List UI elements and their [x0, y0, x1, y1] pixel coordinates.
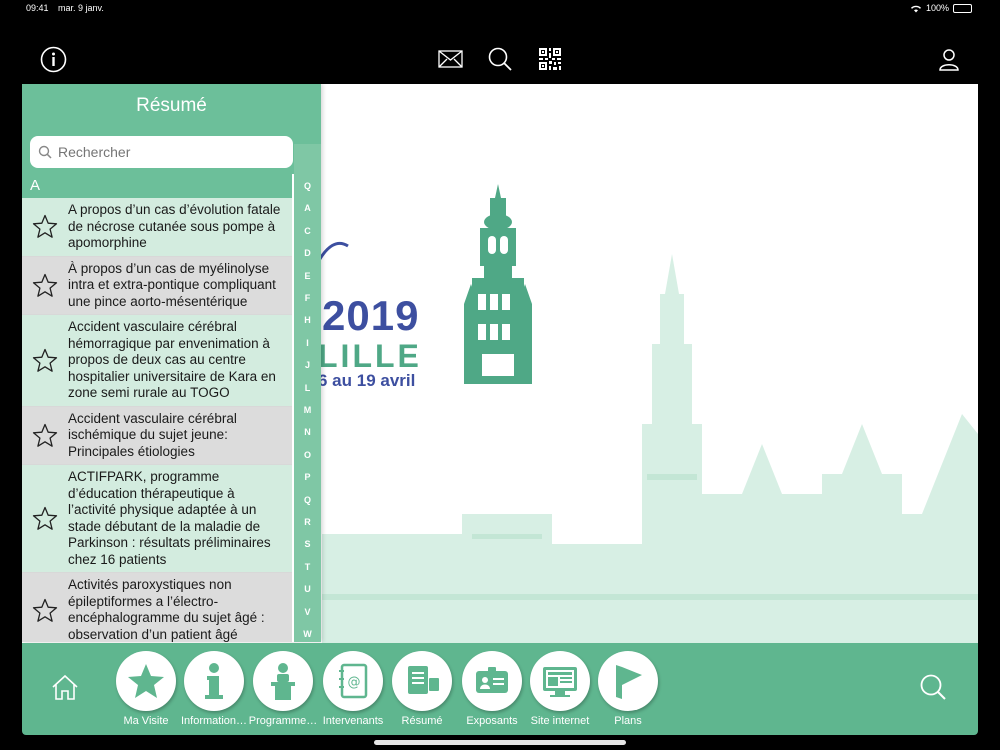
home-button[interactable]: [50, 673, 80, 706]
search-bar: [22, 130, 321, 174]
tab-programme[interactable]: Programme…: [248, 651, 318, 727]
city-skyline-illustration: [322, 254, 978, 644]
abstract-row[interactable]: A propos d’un cas d’évolution fatale de …: [22, 198, 292, 257]
tab-label: Exposants: [466, 715, 518, 727]
tab-label: Programme…: [248, 715, 318, 727]
mail-icon[interactable]: [438, 48, 463, 70]
abstract-title: Accident vasculaire cérébral hémorragiqu…: [68, 319, 276, 400]
search-input[interactable]: [58, 144, 278, 160]
index-letter[interactable]: W: [294, 629, 321, 639]
index-letter[interactable]: Q: [294, 181, 321, 191]
abstract-row[interactable]: Accident vasculaire cérébral ischémique …: [22, 406, 292, 465]
abstract-title: A propos d’un cas d’évolution fatale de …: [68, 202, 281, 250]
search-button[interactable]: [919, 673, 947, 706]
status-time: 09:41: [26, 3, 49, 13]
battery-percent: 100%: [925, 3, 949, 13]
tab-label: Ma Visite: [123, 715, 169, 727]
abstract-row[interactable]: Activités paroxystiques non épileptiform…: [22, 573, 292, 642]
info-icon[interactable]: [40, 46, 67, 73]
favorite-star-icon[interactable]: [22, 598, 68, 623]
abstract-title: Accident vasculaire cérébral ischémique …: [68, 410, 237, 459]
tab-plans[interactable]: Plans: [593, 651, 663, 727]
status-right: 100%: [910, 3, 972, 13]
index-letter[interactable]: F: [294, 293, 321, 303]
wifi-icon: [910, 5, 921, 12]
index-letter[interactable]: Q: [294, 495, 321, 505]
banner-year: 2019: [322, 292, 420, 339]
search-icon: [920, 674, 946, 700]
logo-swoosh: [315, 241, 349, 265]
index-letter[interactable]: A: [294, 203, 321, 213]
tab-label: Information…: [180, 715, 248, 727]
bottom-tab-bar: Ma Visite Information… Programme… @ Interven…: [22, 643, 978, 735]
abstract-row[interactable]: ACTIFPARK, programme d’éducation thérape…: [22, 465, 292, 573]
index-letter[interactable]: T: [294, 562, 321, 572]
status-date: mar. 9 janv.: [58, 3, 104, 13]
tab-site-internet[interactable]: Site internet: [525, 651, 595, 727]
banner-city: LILLE: [318, 338, 422, 374]
svg-text:@: @: [348, 675, 361, 690]
home-icon: [52, 674, 78, 700]
tab-ma-visite[interactable]: Ma Visite: [111, 651, 181, 727]
index-letter[interactable]: J: [294, 360, 321, 370]
status-bar: 09:41 mar. 9 janv. 100%: [0, 0, 1000, 16]
section-header: A: [22, 174, 292, 198]
tab-label: Plans: [614, 715, 642, 727]
belfry-logo-icon: [464, 184, 532, 384]
resume-panel: Résumé A A propos d’un cas d’évolution f…: [22, 84, 321, 642]
search-icon: [38, 145, 52, 159]
tab-exposants[interactable]: Exposants: [457, 651, 527, 727]
tab-label: Site internet: [530, 715, 590, 727]
index-letter[interactable]: S: [294, 539, 321, 549]
index-letter[interactable]: O: [294, 450, 321, 460]
index-letter[interactable]: P: [294, 472, 321, 482]
tab-information[interactable]: Information…: [179, 651, 249, 727]
favorite-star-icon[interactable]: [22, 506, 68, 531]
index-letter[interactable]: C: [294, 226, 321, 236]
index-letter[interactable]: E: [294, 271, 321, 281]
website-icon: [530, 651, 590, 711]
abstract-list: A propos d’un cas d’évolution fatale de …: [22, 198, 292, 642]
abstract-row[interactable]: Accident vasculaire cérébral hémorragiqu…: [22, 315, 292, 407]
abstract-title: Activités paroxystiques non épileptiform…: [68, 577, 265, 642]
document-icon: [392, 651, 452, 711]
abstract-title: À propos d’un cas de myélinolyse intra e…: [68, 260, 276, 309]
badge-icon: [462, 651, 522, 711]
home-indicator: [374, 740, 626, 745]
address-book-icon: @: [323, 651, 383, 711]
user-profile-icon[interactable]: [938, 48, 960, 72]
index-letter[interactable]: L: [294, 383, 321, 393]
favorite-star-icon[interactable]: [22, 423, 68, 448]
search-field[interactable]: [30, 136, 293, 168]
tab-label: Résumé: [401, 715, 443, 727]
tab-label: Intervenants: [322, 715, 384, 727]
panel-title: Résumé: [22, 84, 321, 130]
index-letter[interactable]: D: [294, 248, 321, 258]
index-letter[interactable]: V: [294, 607, 321, 617]
info-icon: [184, 651, 244, 711]
tab-intervenants[interactable]: @ Intervenants: [318, 651, 388, 727]
qr-code-icon[interactable]: [538, 47, 562, 71]
alphabet-index[interactable]: Q A C D E F H I J L M N O P Q R S T U V W: [294, 144, 321, 642]
index-letter[interactable]: N: [294, 427, 321, 437]
abstract-row[interactable]: À propos d’un cas de myélinolyse intra e…: [22, 256, 292, 315]
index-letter[interactable]: H: [294, 315, 321, 325]
favorite-star-icon[interactable]: [22, 348, 68, 373]
favorite-star-icon[interactable]: [22, 214, 68, 239]
search-icon[interactable]: [487, 46, 513, 72]
battery-icon: [953, 3, 972, 13]
star-icon: [116, 651, 176, 711]
index-letter[interactable]: M: [294, 405, 321, 415]
map-icon: [598, 651, 658, 711]
favorite-star-icon[interactable]: [22, 273, 68, 298]
tab-résumé[interactable]: Résumé: [387, 651, 457, 727]
index-letter[interactable]: R: [294, 517, 321, 527]
podium-icon: [253, 651, 313, 711]
banner-dates: 6 au 19 avril: [318, 371, 416, 390]
abstract-title: ACTIFPARK, programme d’éducation thérape…: [68, 469, 271, 567]
app-screen: 09:41 mar. 9 janv. 100% 2019 LILLE 6 au …: [0, 0, 1000, 750]
index-letter[interactable]: U: [294, 584, 321, 594]
index-letter[interactable]: I: [294, 338, 321, 348]
